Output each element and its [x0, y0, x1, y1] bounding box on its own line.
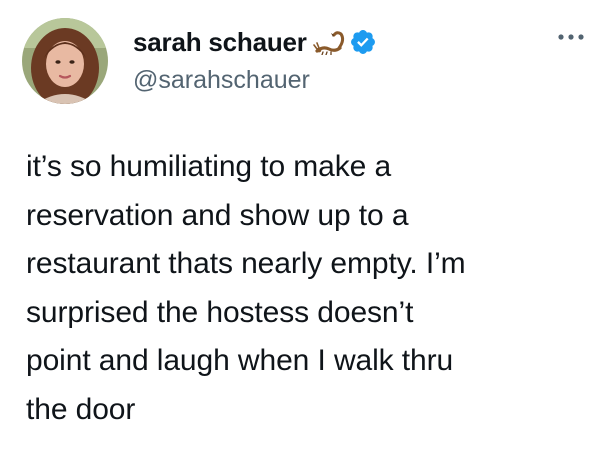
author-handle[interactable]: @sarahschauer: [133, 66, 310, 95]
author-name-row: sarah schauer: [133, 26, 377, 58]
verified-badge-icon: [349, 28, 377, 56]
more-options-icon[interactable]: [554, 30, 588, 44]
avatar[interactable]: [22, 18, 108, 104]
scorpion-icon: [312, 29, 347, 56]
profile-photo: [22, 18, 108, 104]
tweet-text: it’s so humiliating to make a reservatio…: [26, 150, 466, 426]
display-name[interactable]: sarah schauer: [133, 27, 307, 58]
tweet-card: sarah schauer @sarahschauer it’s so humi…: [0, 0, 599, 470]
